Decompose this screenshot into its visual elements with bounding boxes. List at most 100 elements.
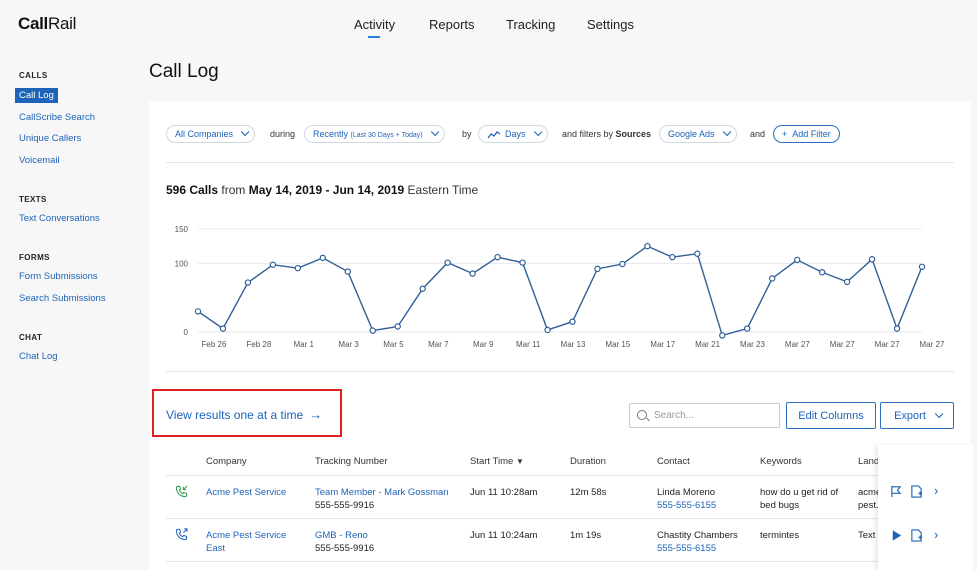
sidebar-item-chat-log[interactable]: Chat Log [19,351,58,362]
chart-data-point[interactable] [918,263,926,270]
column-header-start-time[interactable]: Start Time ▼ [470,456,524,467]
x-tick-label: Mar 21 [695,340,720,349]
sidebar-item-form-submissions[interactable]: Form Submissions [19,271,98,282]
chart-data-point[interactable] [868,256,876,263]
page-title: Call Log [149,61,219,82]
column-header-company[interactable]: Company [206,456,247,467]
top-bar: CallRail Activity Reports Tracking Setti… [0,0,977,50]
tracking-name-cell[interactable]: GMB - Reno [315,529,368,542]
nav-settings[interactable]: Settings [587,17,634,32]
sidebar-section-texts: TEXTS [19,195,47,204]
sidebar-item-call-log[interactable]: Call Log [15,88,58,103]
chart-data-point[interactable] [369,327,376,334]
callrail-logo[interactable]: CallRail [18,14,76,34]
company-cell[interactable]: Acme Pest Service [206,486,306,499]
chart-data-point[interactable] [769,275,776,282]
chart-data-point[interactable] [469,270,476,277]
chevron-down-icon [240,127,250,137]
chart-data-point[interactable] [344,268,351,275]
sidebar-item-voicemail[interactable]: Voicemail [19,155,60,166]
chevron-right-icon[interactable]: › [934,527,938,542]
chart-data-point[interactable] [544,326,551,334]
add-filter-button[interactable]: + Add Filter [773,125,840,143]
nav-tracking[interactable]: Tracking [506,17,555,32]
chart-data-point[interactable] [644,242,651,250]
x-tick-label: Mar 11 [516,340,541,349]
sidebar-item-text-conversations[interactable]: Text Conversations [19,213,100,224]
sidebar-item-search-submissions[interactable]: Search Submissions [19,293,106,304]
x-tick-label: Mar 23 [740,340,765,349]
interval-dropdown[interactable]: Days [478,125,548,143]
chart-data-point[interactable] [843,278,851,286]
source-filter-dropdown[interactable]: Google Ads [659,125,737,143]
row-actions-column: › › [878,445,973,570]
contact-name-cell: Linda Moreno [657,487,716,498]
chart-data-point[interactable] [444,259,451,266]
chevron-down-icon [722,127,731,137]
duration-cell: 12m 58s [570,487,607,498]
sort-down-icon: ▼ [515,457,524,466]
chart-data-point[interactable] [494,253,501,261]
chart-data-point[interactable] [619,260,626,268]
tracking-name-cell[interactable]: Team Member - Mark Gossman [315,486,449,499]
add-note-icon[interactable] [910,485,923,498]
table-header-divider [166,475,878,476]
chart-data-point[interactable] [719,332,726,339]
plus-icon: + [782,129,788,139]
sidebar-item-callscribe-search[interactable]: CallScribe Search [19,112,95,123]
export-button[interactable]: Export [880,402,954,429]
chart-data-point[interactable] [294,264,302,272]
chart-data-point[interactable] [244,279,252,286]
search-box[interactable] [629,403,780,428]
x-tick-label: Mar 27 [920,340,945,349]
chart-data-point[interactable] [194,308,202,315]
column-header-duration[interactable]: Duration [570,456,606,467]
start-time-cell: Jun 11 10:24am [470,530,538,541]
chart-data-point[interactable] [818,269,826,276]
contact-phone-cell[interactable]: 555-555-6155 [657,499,716,512]
view-one-at-a-time-link[interactable]: View results one at a time → [166,407,322,422]
chart-data-point[interactable] [394,323,401,330]
tracking-number-cell: 555-555-9916 [315,543,375,554]
company-cell[interactable]: Acme Pest Service East [206,529,296,555]
chevron-right-icon[interactable]: › [934,483,938,498]
chart-data-point[interactable] [269,261,277,268]
contact-phone-cell[interactable]: 555-555-6155 [657,542,716,555]
chart-data-point[interactable] [519,259,526,266]
play-icon[interactable] [890,529,903,542]
start-time-cell: Jun 11 10:28am [470,487,538,498]
x-tick-label: Mar 27 [830,340,855,349]
chart-data-point[interactable] [319,254,327,262]
outbound-call-icon [175,528,188,541]
chart-data-point[interactable] [569,318,576,325]
chart-data-point[interactable] [793,256,801,264]
column-header-tracking-number[interactable]: Tracking Number [315,456,388,467]
y-tick-label: 0 [184,328,189,337]
column-header-contact[interactable]: Contact [657,456,690,467]
chart-data-point[interactable] [419,285,426,292]
search-icon [637,410,647,420]
sidebar-item-unique-callers[interactable]: Unique Callers [19,133,81,144]
row-divider [166,561,878,562]
flag-icon[interactable] [890,485,903,498]
column-header-keywords[interactable]: Keywords [760,456,802,467]
x-tick-label: Mar 27 [875,340,900,349]
search-input[interactable] [654,408,774,423]
date-range-dropdown[interactable]: Recently (Last 30 Days + Today) [304,125,445,143]
chart-data-point[interactable] [669,253,676,261]
chart-data-point[interactable] [694,250,701,257]
chart-data-point[interactable] [219,325,227,332]
keywords-cell: how do u get rid of bed bugs [760,487,839,511]
nav-reports[interactable]: Reports [429,17,475,32]
call-summary: 596 Calls from May 14, 2019 - Jun 14, 20… [166,183,479,197]
nav-activity[interactable]: Activity [354,17,395,38]
edit-columns-button[interactable]: Edit Columns [786,402,876,429]
chart-data-point[interactable] [594,265,601,273]
column-header-landing[interactable]: Land [858,456,879,467]
sidebar-section-chat: CHAT [19,333,43,342]
company-filter-dropdown[interactable]: All Companies [166,125,256,143]
add-note-icon[interactable] [910,529,923,542]
chart-data-point[interactable] [744,325,751,332]
x-tick-label: Mar 5 [383,340,404,349]
chart-data-point[interactable] [893,325,901,332]
